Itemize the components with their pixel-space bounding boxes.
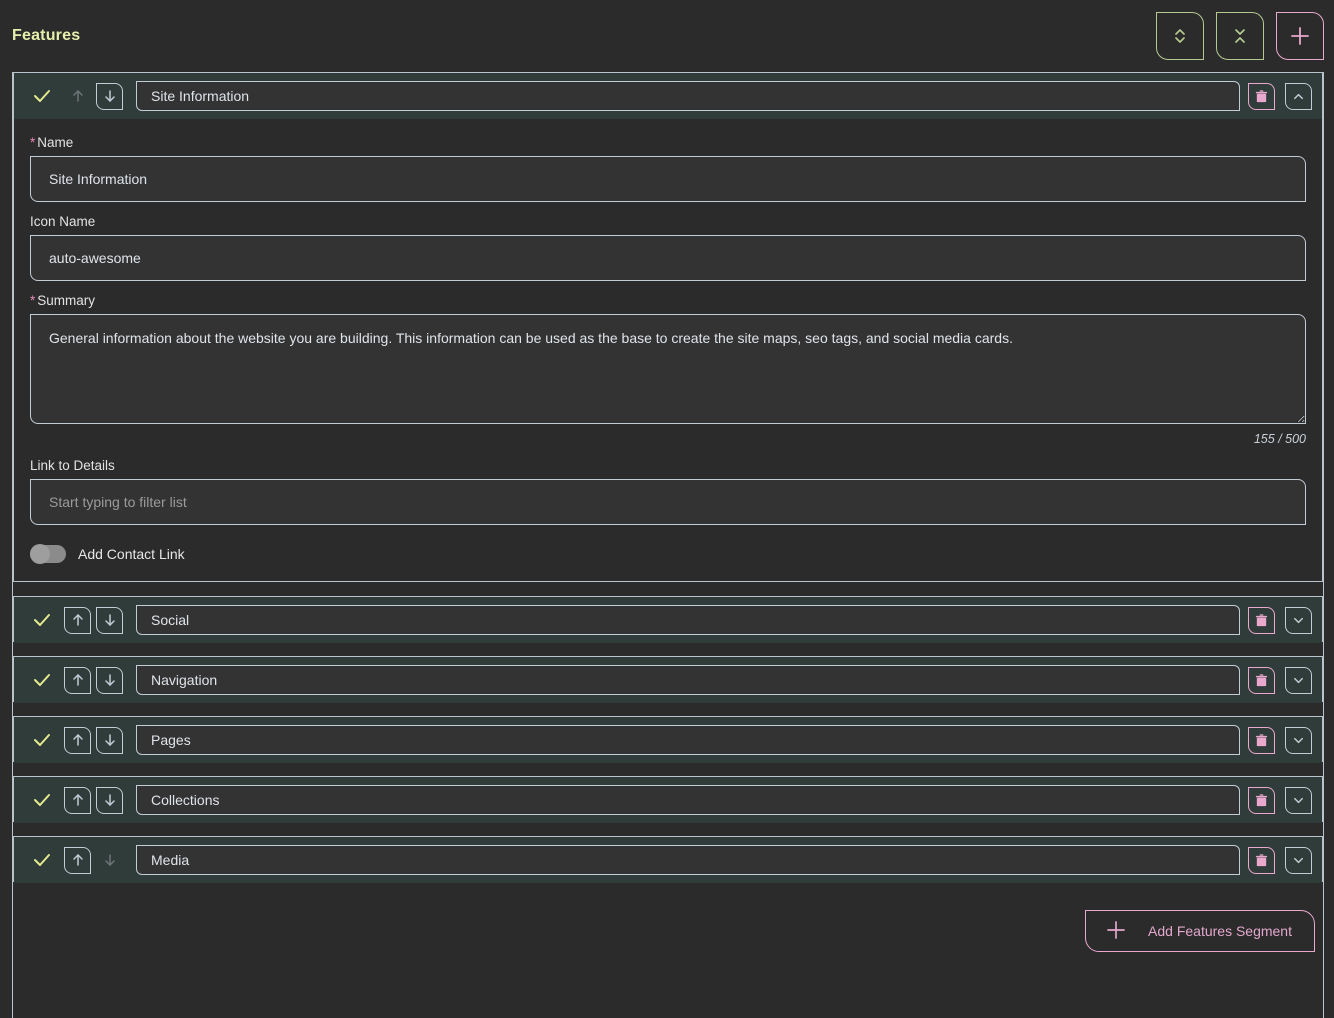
enabled-check-icon[interactable] [28,786,56,814]
icon-name-label: Icon Name [30,214,96,229]
expand-segment-button[interactable] [1285,606,1312,634]
segment-name-input[interactable] [136,605,1240,635]
segment-card [13,776,1323,823]
expand-all-button[interactable] [1156,12,1204,60]
required-asterisk: * [30,135,36,150]
enabled-check-icon[interactable] [28,82,56,110]
move-down-button[interactable] [96,786,123,814]
segment-card: *Name Icon Name *Summary General informa… [13,72,1323,582]
segment-card-header [14,73,1322,119]
segment-card-body: *Name Icon Name *Summary General informa… [14,119,1322,581]
plus-icon [1106,920,1126,943]
summary-field: * Summary General information about the w… [30,293,1306,446]
expand-segment-button[interactable] [1285,846,1312,874]
move-up-button[interactable] [64,606,91,634]
add-button[interactable] [1276,12,1324,60]
name-field: * Name [30,135,1306,202]
delete-segment-button[interactable] [1248,666,1275,694]
collapse-segment-button[interactable] [1285,82,1312,110]
segment-card-header [14,777,1322,823]
segment-name-input[interactable] [136,81,1240,111]
summary-label: * Summary [30,293,1306,308]
move-down-button[interactable] [96,606,123,634]
move-up-button [64,83,91,110]
add-features-segment-button[interactable]: Add Features Segment [1085,910,1315,952]
name-label: * Name [30,135,1306,150]
segment-name-input[interactable] [136,665,1240,695]
segment-name-input[interactable] [136,725,1240,755]
summary-textarea[interactable]: General information about the website yo… [30,314,1306,424]
move-up-button[interactable] [64,786,91,814]
add-features-segment-label: Add Features Segment [1148,923,1292,939]
page-title: Features [12,27,81,44]
list-footer: Add Features Segment [13,896,1323,952]
segment-card [13,716,1323,763]
delete-segment-button[interactable] [1248,606,1275,634]
expand-segment-button[interactable] [1285,726,1312,754]
segment-card [13,596,1323,643]
chevrons-expand-icon [1172,26,1188,46]
enabled-check-icon[interactable] [28,666,56,694]
enabled-check-icon[interactable] [28,846,56,874]
collapse-all-button[interactable] [1216,12,1264,60]
header-actions [1156,12,1324,60]
segment-cards: *Name Icon Name *Summary General informa… [13,72,1323,883]
move-down-button[interactable] [96,726,123,754]
delete-segment-button[interactable] [1248,846,1275,874]
icon-name-field: Icon Name [30,214,1306,281]
add-contact-link-label: Add Contact Link [78,546,185,562]
link-to-details-input[interactable] [30,479,1306,525]
chevrons-collapse-icon [1232,26,1248,46]
segment-card [13,656,1323,703]
required-asterisk: * [30,293,36,308]
page-header: Features [0,0,1334,72]
segment-name-input[interactable] [136,845,1240,875]
move-down-button [96,847,123,874]
summary-label-text: Summary [37,293,96,308]
segment-card-header [14,597,1322,643]
expand-segment-button[interactable] [1285,786,1312,814]
add-contact-link-toggle[interactable] [30,544,66,564]
move-up-button[interactable] [64,666,91,694]
add-contact-link-row: Add Contact Link [30,544,1306,564]
segment-card-header [14,717,1322,763]
link-to-details-field: Link to Details [30,458,1306,525]
plus-icon [1289,25,1311,47]
name-label-text: Name [37,135,74,150]
name-input[interactable] [30,156,1306,202]
delete-segment-button[interactable] [1248,726,1275,754]
move-down-button[interactable] [96,82,123,110]
move-up-button[interactable] [64,846,91,874]
move-down-button[interactable] [96,666,123,694]
delete-segment-button[interactable] [1248,82,1275,110]
segment-name-input[interactable] [136,785,1240,815]
segment-card-header [14,837,1322,883]
expand-segment-button[interactable] [1285,666,1312,694]
link-to-details-label: Link to Details [30,458,115,473]
segment-card [13,836,1323,883]
enabled-check-icon[interactable] [28,606,56,634]
enabled-check-icon[interactable] [28,726,56,754]
move-up-button[interactable] [64,726,91,754]
toggle-knob [30,544,50,564]
delete-segment-button[interactable] [1248,786,1275,814]
icon-name-input[interactable] [30,235,1306,281]
segment-card-header [14,657,1322,703]
summary-character-counter: 155 / 500 [1253,432,1306,446]
features-list-container: *Name Icon Name *Summary General informa… [12,72,1324,1018]
